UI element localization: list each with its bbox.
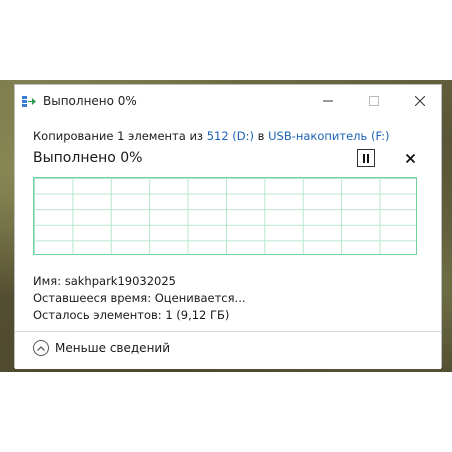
chevron-up-icon [33, 340, 49, 356]
copy-description: Копирование 1 элемента из 512 (D:) в USB… [33, 129, 390, 143]
progress-heading: Выполнено 0% [33, 150, 143, 166]
time-row: Оставшееся время: Оценивается... [33, 290, 246, 307]
title-bar[interactable]: Выполнено 0% [15, 85, 441, 117]
copy-prefix: Копирование 1 элемента из [33, 129, 204, 143]
items-row: Осталось элементов: 1 (9,12 ГБ) [33, 307, 246, 324]
less-details-label: Меньше сведений [55, 341, 171, 355]
window-title: Выполнено 0% [43, 94, 137, 108]
details-panel: Имя: sakhpark19032025 Оставшееся время: … [33, 273, 246, 324]
pause-icon [363, 153, 369, 163]
transfer-speed-graph [33, 177, 417, 255]
items-remaining-value: 1 (9,12 ГБ) [165, 308, 230, 322]
cancel-icon [405, 153, 415, 163]
cancel-button[interactable] [401, 149, 419, 167]
name-value: sakhpark19032025 [64, 274, 176, 288]
source-link[interactable]: 512 (D:) [207, 129, 254, 143]
pause-button[interactable] [357, 149, 375, 167]
maximize-button[interactable] [357, 85, 391, 117]
name-row: Имя: sakhpark19032025 [33, 273, 246, 290]
minimize-icon [323, 100, 333, 102]
close-button[interactable] [403, 85, 437, 117]
time-remaining-value: Оценивается... [154, 291, 246, 305]
maximize-icon [369, 96, 379, 106]
less-details-button[interactable]: Меньше сведений [33, 340, 170, 356]
copy-dialog-window: Выполнено 0% Копирование 1 элемента из 5… [14, 84, 442, 369]
name-label: Имя: [33, 274, 62, 288]
minimize-button[interactable] [311, 85, 345, 117]
close-icon [415, 96, 425, 106]
items-remaining-label: Осталось элементов: [33, 308, 162, 322]
destination-link[interactable]: USB-накопитель (F:) [268, 129, 389, 143]
copy-middle: в [257, 129, 265, 143]
time-remaining-label: Оставшееся время: [33, 291, 152, 305]
dialog-footer: Меньше сведений [15, 331, 441, 369]
file-transfer-icon [22, 96, 36, 107]
